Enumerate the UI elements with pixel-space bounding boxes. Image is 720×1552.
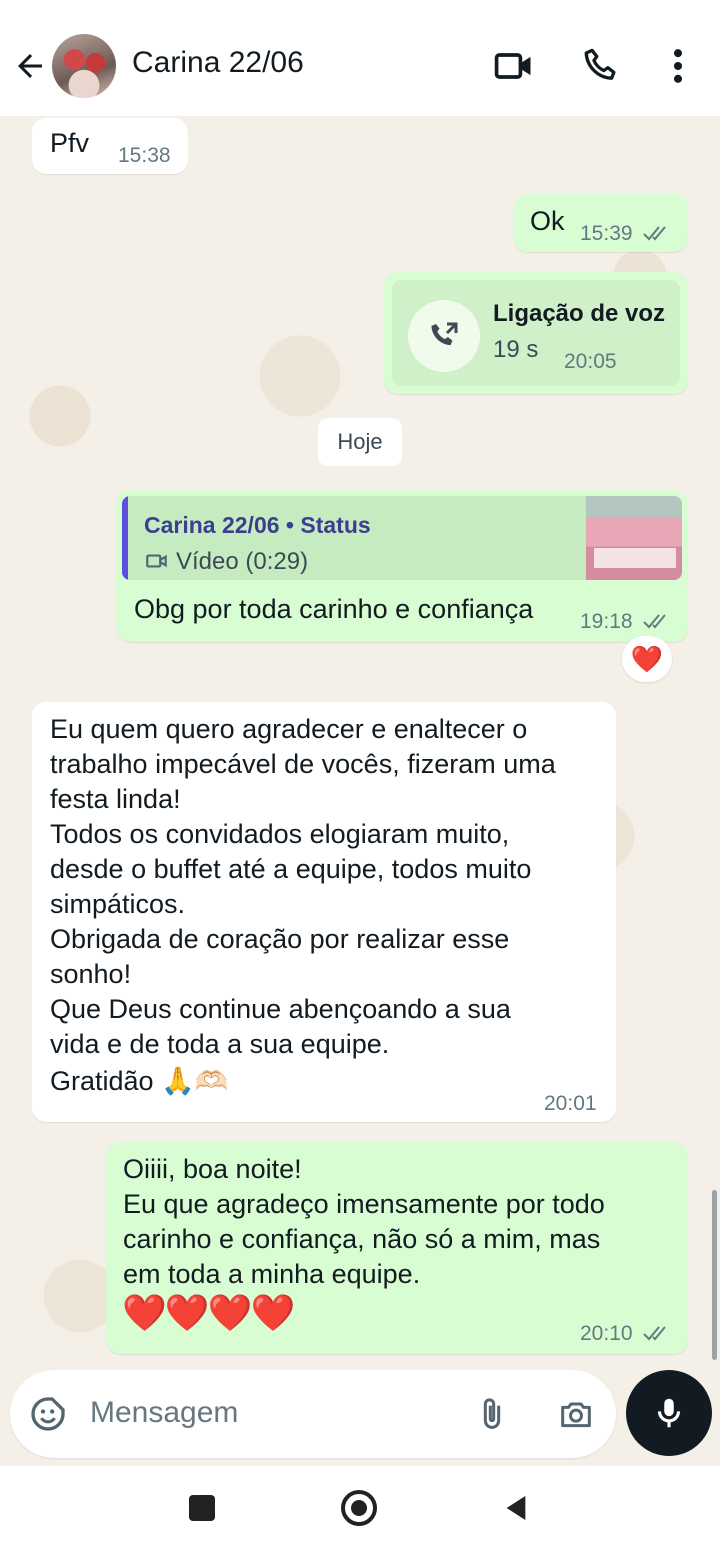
back-nav-icon[interactable] bbox=[500, 1492, 532, 1524]
call-icon-circle bbox=[408, 300, 480, 372]
avatar[interactable] bbox=[52, 34, 116, 98]
sticker-icon[interactable] bbox=[28, 1394, 68, 1434]
status-thumbnail bbox=[586, 496, 682, 580]
message-time: 20:01 bbox=[544, 1092, 597, 1115]
heart-reaction[interactable]: ❤️ bbox=[622, 636, 672, 682]
video-call-icon[interactable] bbox=[492, 44, 536, 88]
more-vertical-icon[interactable] bbox=[656, 44, 700, 88]
message-time: 20:10 bbox=[580, 1322, 633, 1345]
message-time: 20:05 bbox=[564, 350, 617, 373]
quote-author: Carina 22/06 • Status bbox=[144, 512, 371, 538]
recents-button[interactable] bbox=[189, 1495, 215, 1521]
home-button[interactable] bbox=[341, 1490, 377, 1526]
message-outgoing[interactable]: Oiiii, boa noite! Eu que agradeço imensa… bbox=[106, 1142, 688, 1354]
message-incoming[interactable]: Eu quem quero agradecer e enaltecer o tr… bbox=[32, 702, 616, 1122]
contact-name[interactable]: Carina 22/06 bbox=[132, 46, 304, 80]
outgoing-call-icon bbox=[431, 322, 458, 346]
quote-bar bbox=[122, 496, 128, 580]
call-title: Ligação de voz bbox=[493, 300, 666, 327]
hearts-emoji: ❤️❤️❤️❤️ bbox=[122, 1292, 295, 1333]
message-outgoing[interactable]: Ok 15:39 bbox=[514, 194, 688, 252]
scrollbar[interactable] bbox=[712, 1190, 717, 1360]
microphone-button[interactable] bbox=[626, 1370, 712, 1456]
chat-header: Carina 22/06 bbox=[0, 0, 720, 116]
message-outgoing-reply[interactable]: Carina 22/06 • Status Vídeo (0:29) Obg p… bbox=[116, 490, 688, 642]
message-text: Pfv bbox=[50, 128, 90, 158]
date-divider: Hoje bbox=[318, 418, 402, 466]
message-time: 19:18 bbox=[580, 610, 633, 633]
message-text-gratitude: Gratidão 🙏🫶🏻 bbox=[50, 1066, 229, 1096]
microphone-icon bbox=[657, 1398, 681, 1428]
call-duration: 19 s bbox=[493, 336, 539, 363]
read-ticks-icon bbox=[643, 614, 666, 629]
message-input[interactable]: Mensagem bbox=[90, 1396, 238, 1430]
video-icon bbox=[146, 554, 167, 568]
message-text: Oiiii, boa noite! Eu que agradeço imensa… bbox=[123, 1154, 605, 1289]
voice-call-message[interactable]: Ligação de voz 19 s 20:05 bbox=[384, 272, 688, 394]
message-text: Ok bbox=[530, 206, 565, 236]
message-time: 15:38 bbox=[118, 144, 171, 167]
voice-call-card: Ligação de voz 19 s 20:05 bbox=[392, 280, 680, 386]
read-ticks-icon bbox=[643, 226, 666, 241]
home-button-dot bbox=[351, 1500, 367, 1516]
quote-media: Vídeo (0:29) bbox=[176, 548, 309, 575]
message-incoming[interactable]: Pfv 15:38 bbox=[32, 118, 188, 174]
message-input-bar[interactable]: Mensagem bbox=[10, 1370, 616, 1458]
quoted-status[interactable]: Carina 22/06 • Status Vídeo (0:29) bbox=[122, 496, 682, 580]
message-text: Eu quem quero agradecer e enaltecer o tr… bbox=[50, 714, 556, 1059]
message-time: 15:39 bbox=[580, 222, 633, 245]
thumbnail-caption bbox=[594, 548, 676, 568]
message-text: Obg por toda carinho e confiança bbox=[134, 594, 534, 624]
phone-icon[interactable] bbox=[580, 44, 624, 88]
read-ticks-icon bbox=[643, 1326, 666, 1341]
system-navigation-bar bbox=[0, 1466, 720, 1552]
camera-icon[interactable] bbox=[556, 1394, 596, 1434]
paperclip-icon[interactable] bbox=[472, 1394, 512, 1434]
arrow-left-icon[interactable] bbox=[12, 48, 48, 84]
